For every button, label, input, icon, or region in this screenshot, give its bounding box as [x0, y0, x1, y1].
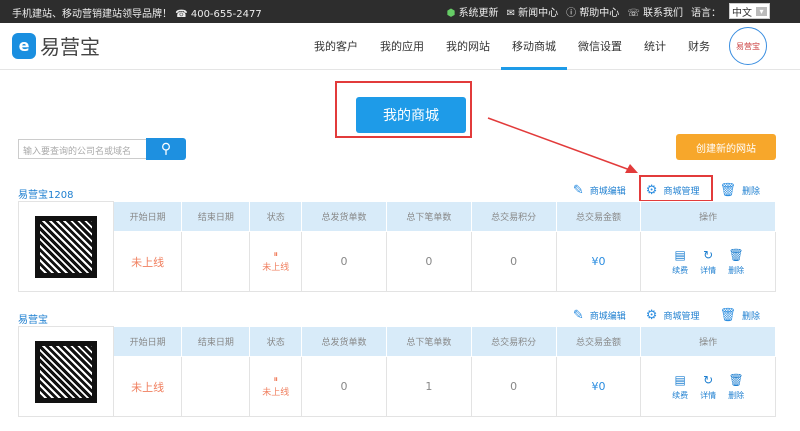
delete-button[interactable]: 🗑 删除 — [728, 248, 744, 276]
table-cell: 总下笔单数 — [385, 326, 472, 357]
trash-icon: 🗑 — [719, 308, 736, 323]
shop-table: 开始日期 结束日期 状态 总发货单数 总下笔单数 总交易积分 总交易金额 操作 未上线 ⏸ 未上… — [18, 201, 776, 292]
table-cell: 未上线 — [112, 356, 183, 417]
search-input[interactable]: 输入要查询的公司名或域名 — [18, 139, 146, 159]
container: 删除 — [728, 265, 745, 275]
container: 删除 — [741, 312, 760, 322]
shop-name[interactable]: 易营宝 — [18, 311, 48, 326]
container: ▤ 续费 ↻ 详情 🗑 删除 — [641, 373, 775, 401]
refresh-icon: ↻ — [703, 372, 714, 387]
table-cell: 总发货单数 — [301, 201, 387, 232]
container: 商城管理 — [663, 312, 700, 322]
trash-icon: 🗑 — [728, 247, 744, 262]
table-cell: 总下笔单数 — [385, 201, 472, 232]
gear-icon: ⚙ — [645, 308, 658, 323]
table-cell: 0 — [385, 231, 472, 292]
table-cell: 总交易积分 — [470, 326, 557, 357]
container: 详情 — [700, 265, 717, 275]
container: 删除 — [728, 390, 745, 400]
table-cell: 状态 — [249, 201, 303, 232]
table-cell: 0 — [301, 356, 387, 417]
shop-edit-button[interactable]: ✎ 商城编辑 — [573, 308, 626, 323]
qr-code — [18, 201, 114, 292]
shop-table: 开始日期 结束日期 状态 总发货单数 总下笔单数 总交易积分 总交易金额 操作 未上线 ⏸ 未上… — [18, 326, 776, 417]
table-cell: 结束日期 — [181, 326, 251, 357]
create-site-button[interactable]: 创建新的网站 — [676, 134, 776, 160]
document-icon: ▤ — [674, 372, 686, 387]
table-cell: 开始日期 — [112, 201, 183, 232]
refresh-icon: ↻ — [703, 247, 714, 262]
container: 详情 — [700, 390, 717, 400]
table-cell — [181, 356, 251, 417]
container: ✎ 商城编辑 ⚙ 商城管理 🗑 删除 — [573, 183, 760, 198]
table-cell — [181, 231, 251, 292]
shop-edit-button[interactable]: ✎ 商城编辑 — [573, 183, 626, 198]
trash-icon: 🗑 — [719, 183, 736, 198]
pause-icon: ⏸ — [273, 375, 279, 385]
gear-icon: ⚙ — [645, 183, 658, 198]
shop-delete-button[interactable]: 🗑 删除 — [719, 308, 760, 323]
pencil-icon: ✎ — [572, 183, 584, 198]
container: 未上线 — [262, 388, 290, 398]
detail-button[interactable]: ↻ 详情 — [700, 373, 716, 401]
table-cell: 操作 — [640, 326, 776, 357]
container: 商城编辑 — [589, 187, 626, 197]
table-cell: 未上线 — [112, 231, 183, 292]
document-icon: ▤ — [674, 247, 686, 262]
renew-button[interactable]: ▤ 续费 — [672, 248, 688, 276]
container: 删除 — [741, 187, 760, 197]
shop-manage-button[interactable]: ⚙ 商城管理 — [646, 183, 700, 198]
search-icon: ⚲ — [160, 141, 172, 157]
table-cell: 0 — [470, 356, 557, 417]
table-cell: 开始日期 — [112, 326, 183, 357]
table-cell: ¥0 — [555, 356, 642, 417]
table-cell: ⏸ 未上线 — [249, 231, 303, 292]
container: 续费 — [672, 265, 689, 275]
container: 未上线 — [262, 263, 290, 273]
table-cell: 结束日期 — [181, 201, 251, 232]
table-cell: 状态 — [249, 326, 303, 357]
pencil-icon: ✎ — [572, 308, 584, 323]
table-cell: 1 — [385, 356, 472, 417]
table-cell: ▤ 续费 ↻ 详情 🗑 删除 — [640, 356, 776, 417]
pause-icon: ⏸ — [273, 250, 279, 260]
search-button[interactable]: ⚲ — [146, 138, 186, 160]
table-cell: 总交易金额 — [555, 201, 642, 232]
qr-code — [18, 326, 114, 417]
container: ✎ 商城编辑 ⚙ 商城管理 🗑 删除 — [573, 308, 760, 323]
container: 开始日期 结束日期 状态 总发货单数 总下笔单数 总交易积分 总交易金额 操作 — [18, 201, 776, 292]
table-row: 未上线 ⏸ 未上线 0 1 0 ¥0 ▤ 续费 ↻ 详情 🗑 删除 — [19, 356, 776, 417]
table-cell: 总发货单数 — [301, 326, 387, 357]
delete-button[interactable]: 🗑 删除 — [728, 373, 744, 401]
container — [34, 339, 98, 404]
table-cell: ¥0 — [555, 231, 642, 292]
shop-name[interactable]: 易营宝1208 — [18, 186, 73, 201]
table-cell: 0 — [470, 231, 557, 292]
container: ▤ 续费 ↻ 详情 🗑 删除 — [641, 248, 775, 276]
table-cell: 操作 — [640, 201, 776, 232]
shop-manage-button[interactable]: ⚙ 商城管理 — [646, 308, 700, 323]
table-cell: 总交易积分 — [470, 201, 557, 232]
trash-icon: 🗑 — [728, 372, 744, 387]
container: 开始日期 结束日期 状态 总发货单数 总下笔单数 总交易积分 总交易金额 操作 — [18, 326, 776, 417]
table-cell: ⏸ 未上线 — [249, 356, 303, 417]
detail-button[interactable]: ↻ 详情 — [700, 248, 716, 276]
container — [34, 214, 98, 279]
table-cell: 总交易金额 — [555, 326, 642, 357]
container: 续费 — [672, 390, 689, 400]
table-cell: ▤ 续费 ↻ 详情 🗑 删除 — [640, 231, 776, 292]
container: 商城管理 — [663, 187, 700, 197]
renew-button[interactable]: ▤ 续费 — [672, 373, 688, 401]
table-row: 未上线 ⏸ 未上线 0 0 0 ¥0 ▤ 续费 ↻ 详情 🗑 删除 — [19, 231, 776, 292]
table-cell: 0 — [301, 231, 387, 292]
shop-delete-button[interactable]: 🗑 删除 — [719, 183, 760, 198]
container: 商城编辑 — [589, 312, 626, 322]
